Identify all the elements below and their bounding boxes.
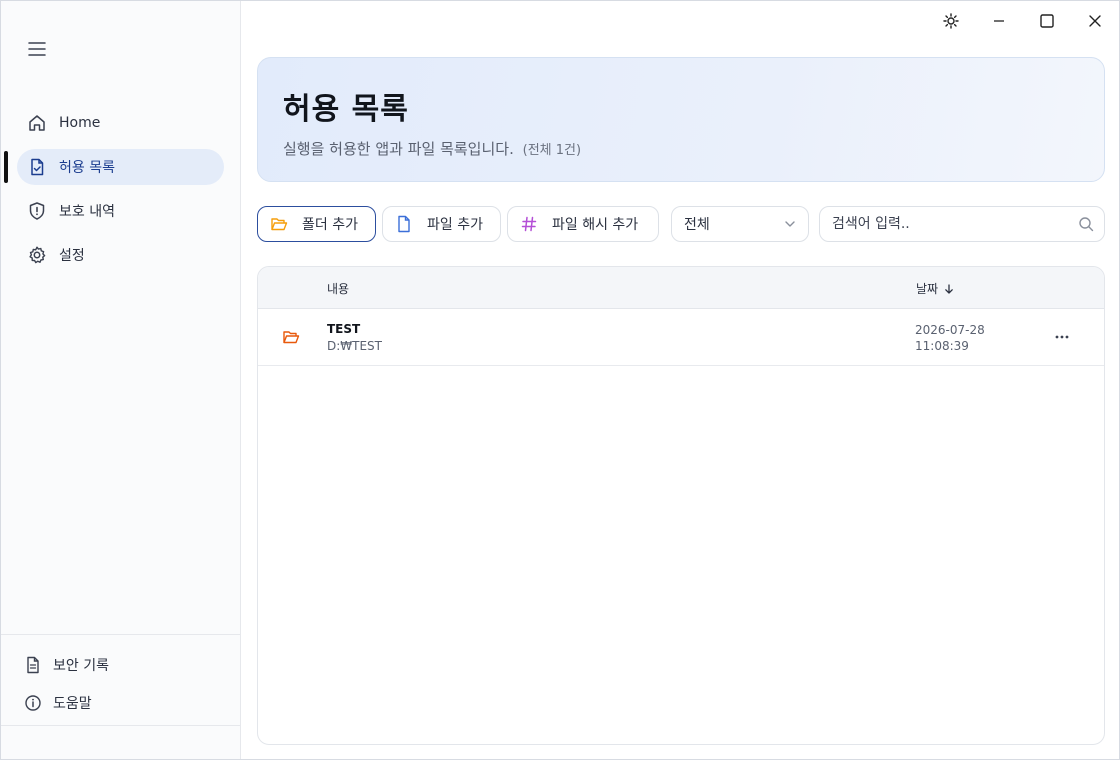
maximize-button[interactable] xyxy=(1023,1,1071,41)
sidebar-item-label: Home xyxy=(59,115,101,131)
more-options-icon[interactable] xyxy=(1048,325,1076,349)
column-header-date[interactable]: 날짜 xyxy=(916,280,954,297)
file-check-icon xyxy=(27,157,47,177)
page-header: 허용 목록 실행을 허용한 앱과 파일 목록입니다. (전체 1건) xyxy=(257,57,1105,182)
search-icon[interactable] xyxy=(1078,216,1094,232)
sidebar-item-settings[interactable]: 설정 xyxy=(17,237,224,273)
page-title: 허용 목록 xyxy=(283,92,409,127)
table-header: 내용 날짜 xyxy=(258,267,1104,309)
row-date: 2026-07-28 11:08:39 xyxy=(915,322,985,354)
sidebar-item-allowlist[interactable]: 허용 목록 xyxy=(4,149,224,185)
folder-open-icon xyxy=(270,215,288,233)
sort-descending-icon xyxy=(944,283,954,294)
sidebar-item-label: 보안 기록 xyxy=(53,658,109,674)
search-input[interactable] xyxy=(832,216,1078,232)
window-controls xyxy=(927,1,1119,41)
sidebar-footer: 보안 기록 도움말 xyxy=(1,634,240,726)
page-description: 실행을 허용한 앱과 파일 목록입니다. xyxy=(283,140,514,158)
close-button[interactable] xyxy=(1071,1,1119,41)
sidebar-item-help[interactable]: 도움말 xyxy=(1,685,240,721)
shield-alert-icon xyxy=(27,201,47,221)
filter-select[interactable]: 전체 xyxy=(671,206,809,242)
minimize-button[interactable] xyxy=(975,1,1023,41)
sidebar-item-label: 허용 목록 xyxy=(59,160,115,176)
sidebar-item-label: 설정 xyxy=(59,248,85,264)
file-icon xyxy=(395,215,413,233)
folder-open-icon xyxy=(282,328,300,346)
page-subtitle: 실행을 허용한 앱과 파일 목록입니다. (전체 1건) xyxy=(283,138,1104,159)
maximize-icon xyxy=(1040,14,1054,28)
sidebar-nav: Home 허용 목록 보호 내역 설정 xyxy=(1,105,240,281)
sidebar-item-label: 보호 내역 xyxy=(59,204,115,220)
row-path: D:₩TEST xyxy=(327,339,383,353)
total-count: (전체 1건) xyxy=(522,143,582,158)
sidebar: Home 허용 목록 보호 내역 설정 보안 기록 도움말 xyxy=(1,1,241,759)
add-file-button[interactable]: 파일 추가 xyxy=(382,206,501,242)
sidebar-item-home[interactable]: Home xyxy=(17,105,224,141)
column-header-date-label: 날짜 xyxy=(916,282,939,296)
add-file-hash-label: 파일 해시 추가 xyxy=(552,217,639,233)
hash-icon xyxy=(520,215,538,233)
column-header-content[interactable]: 내용 xyxy=(327,280,349,297)
sun-icon xyxy=(943,13,959,29)
filter-selected-value: 전체 xyxy=(684,217,710,233)
add-file-label: 파일 추가 xyxy=(427,217,483,233)
add-file-hash-button[interactable]: 파일 해시 추가 xyxy=(507,206,659,242)
sidebar-item-label: 도움말 xyxy=(53,696,92,712)
allowlist-table: 내용 날짜 TEST D:₩TEST 2026-07-28 11:08:39 xyxy=(257,266,1105,745)
row-date-time: 11:08:39 xyxy=(915,339,969,353)
minimize-icon xyxy=(993,15,1005,27)
info-icon xyxy=(23,693,43,713)
add-folder-label: 폴더 추가 xyxy=(302,217,358,233)
gear-icon xyxy=(27,245,47,265)
app-window: Home 허용 목록 보호 내역 설정 보안 기록 도움말 허용 목록 실행을 … xyxy=(0,0,1120,760)
sidebar-item-security-log[interactable]: 보안 기록 xyxy=(1,647,240,683)
sidebar-item-protection-history[interactable]: 보호 내역 xyxy=(17,193,224,229)
theme-toggle-button[interactable] xyxy=(927,1,975,41)
search-box xyxy=(819,206,1105,242)
chevron-down-icon xyxy=(784,218,796,230)
row-name: TEST xyxy=(327,322,361,336)
add-folder-button[interactable]: 폴더 추가 xyxy=(257,206,376,242)
toolbar: 폴더 추가 파일 추가 파일 해시 추가 전체 xyxy=(257,206,1105,242)
document-icon xyxy=(23,655,43,675)
table-row[interactable]: TEST D:₩TEST 2026-07-28 11:08:39 xyxy=(258,309,1104,366)
close-icon xyxy=(1089,15,1101,27)
row-date-day: 2026-07-28 xyxy=(915,323,985,337)
hamburger-menu-icon[interactable] xyxy=(27,39,47,59)
home-icon xyxy=(27,113,47,133)
active-indicator xyxy=(4,151,8,183)
